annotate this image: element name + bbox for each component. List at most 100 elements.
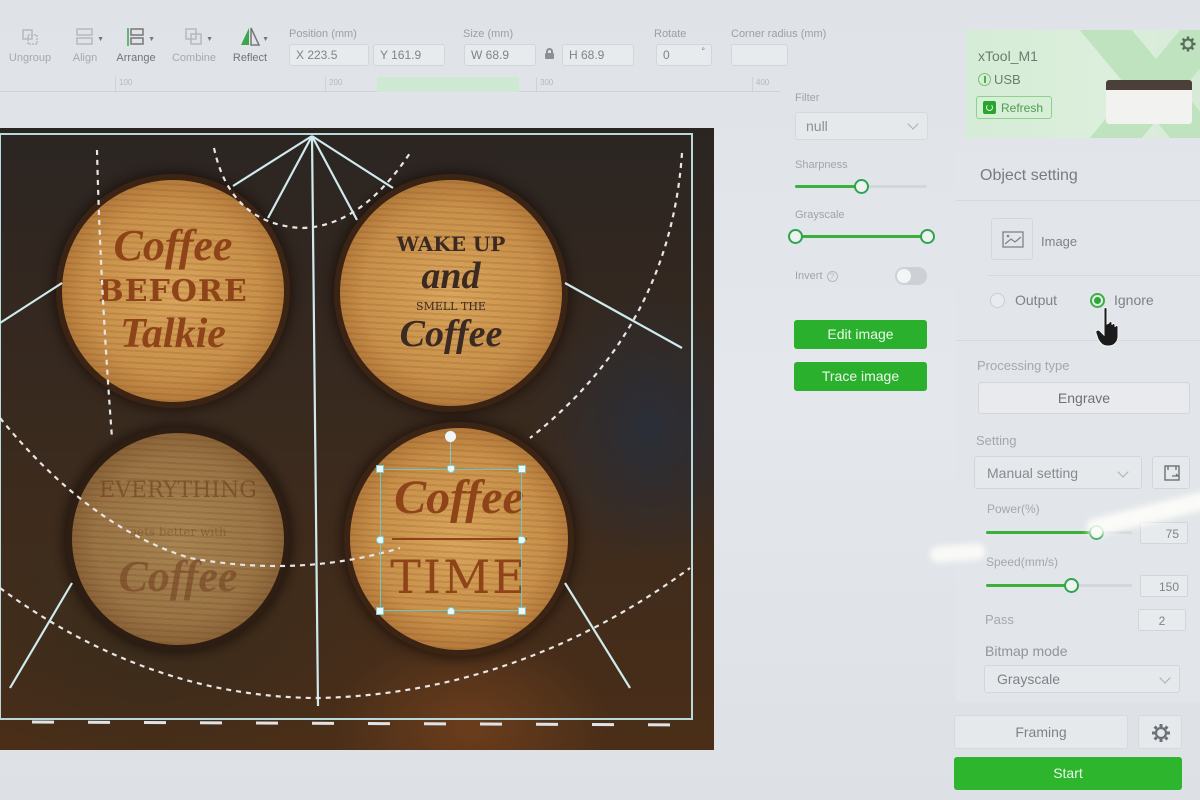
power-label: Power(%)	[987, 502, 1040, 516]
slider-thumb-high[interactable]	[920, 229, 935, 244]
rotate-label: Rotate	[654, 28, 687, 40]
ungroup-icon	[19, 26, 41, 48]
setting-select[interactable]: Manual setting	[974, 456, 1142, 489]
rotate-handle[interactable]	[445, 431, 456, 442]
work-canvas[interactable]: Coffee BEFORE Talkie WAKE UP and SMELL T…	[0, 128, 714, 750]
divider	[956, 200, 1200, 201]
usb-icon	[978, 73, 991, 86]
corner-radius-input[interactable]	[731, 44, 788, 66]
bitmap-mode-label: Bitmap mode	[985, 643, 1068, 659]
slider-fill	[795, 235, 927, 238]
slider-thumb[interactable]	[1063, 578, 1079, 593]
ungroup-label: Ungroup	[8, 52, 52, 64]
save-preset-button[interactable]	[1152, 456, 1190, 489]
bottom-dash-marks	[31, 720, 691, 727]
info-icon[interactable]: ?	[826, 271, 838, 282]
ruler-label: 300	[540, 78, 554, 87]
speed-slider[interactable]	[986, 578, 1132, 593]
resize-handle-se[interactable]	[518, 607, 526, 615]
toolbar: Ungroup ▼ Align ▼ Arrange ▼ Combine ▼ Re…	[0, 18, 960, 78]
output-radio[interactable]	[990, 293, 1005, 308]
setting-label: Setting	[976, 433, 1017, 448]
object-setting-panel: Object setting Image Output Ignore Proce…	[956, 150, 1200, 702]
invert-toggle[interactable]	[895, 267, 927, 285]
chevron-down-icon: ▼	[262, 36, 269, 43]
sharpness-label: Sharpness	[795, 159, 848, 171]
invert-label-row: Invert?	[795, 270, 838, 282]
combine-icon: ▼	[183, 26, 213, 48]
trace-image-button[interactable]: Trace image	[794, 362, 927, 391]
align-icon: ▼	[74, 26, 104, 48]
refresh-button[interactable]: Refresh	[976, 96, 1052, 119]
grayscale-range-slider[interactable]	[788, 229, 935, 244]
processing-type-label: Processing type	[977, 358, 1070, 373]
reflect-button[interactable]: ▼ Reflect	[220, 26, 280, 64]
chevron-down-icon: ▼	[97, 36, 104, 43]
position-x-input[interactable]: X 223.5	[289, 44, 369, 66]
combine-button[interactable]: ▼ Combine	[164, 26, 224, 64]
ungroup-button[interactable]: Ungroup	[0, 26, 60, 64]
horizontal-ruler: 100 200 300 400	[0, 77, 780, 92]
position-label: Position (mm)	[289, 28, 357, 40]
resize-handle-nw[interactable]	[376, 465, 384, 473]
slider-thumb-low[interactable]	[788, 229, 803, 244]
ruler-major-tick	[752, 77, 753, 92]
resize-handle-e[interactable]	[518, 536, 526, 544]
arrange-label: Arrange	[116, 52, 156, 64]
chevron-down-icon: ▼	[206, 36, 213, 43]
divider	[956, 340, 1200, 341]
guide-arcs	[0, 147, 691, 700]
height-input[interactable]: H 68.9	[562, 44, 634, 66]
divider	[988, 275, 1200, 276]
image-type-icon	[991, 218, 1033, 260]
rotate-input[interactable]: 0 °	[656, 44, 712, 66]
combine-label: Combine	[171, 52, 217, 64]
start-button[interactable]: Start	[954, 757, 1182, 790]
resize-handle-ne[interactable]	[518, 465, 526, 473]
bitmap-mode-value: Grayscale	[997, 671, 1061, 687]
resize-handle-sw[interactable]	[376, 607, 384, 615]
device-name[interactable]: xTool_M1	[978, 48, 1038, 64]
size-label: Size (mm)	[463, 28, 514, 40]
grayscale-label: Grayscale	[795, 209, 845, 221]
sharpness-slider[interactable]	[795, 179, 927, 194]
resize-handle-s[interactable]	[447, 607, 455, 615]
filter-value: null	[806, 118, 828, 134]
edit-image-button[interactable]: Edit image	[794, 320, 927, 349]
pass-input[interactable]: 2	[1138, 609, 1186, 631]
framing-button[interactable]: Framing	[954, 715, 1128, 749]
position-y-input[interactable]: Y 161.9	[373, 44, 445, 66]
filter-label: Filter	[795, 92, 820, 104]
ruler-major-tick	[325, 77, 326, 92]
selection-box[interactable]	[376, 465, 526, 615]
speed-input[interactable]: 150	[1140, 575, 1188, 597]
ruler-label: 100	[119, 78, 133, 87]
arrange-button[interactable]: ▼ Arrange	[106, 26, 166, 64]
slider-fill	[986, 584, 1071, 587]
degree-unit: °	[701, 46, 705, 56]
resize-handle-w[interactable]	[376, 536, 384, 544]
device-settings-gear-icon[interactable]	[1180, 36, 1196, 57]
guide-rays	[0, 135, 683, 707]
output-label[interactable]: Output	[1015, 292, 1057, 308]
corner-radius-label: Corner radius (mm)	[731, 28, 827, 40]
refresh-label: Refresh	[1001, 101, 1044, 115]
processing-type-button[interactable]: Engrave	[978, 382, 1190, 414]
rotate-value: 0	[663, 48, 670, 62]
lock-ratio-icon[interactable]	[545, 48, 554, 59]
slider-thumb[interactable]	[854, 179, 869, 194]
ruler-major-tick	[115, 77, 116, 92]
bitmap-mode-select[interactable]: Grayscale	[984, 665, 1180, 693]
filter-select[interactable]: null	[795, 112, 928, 140]
ruler-label: 400	[756, 78, 770, 87]
power-input[interactable]: 75	[1140, 522, 1188, 544]
arrange-icon: ▼	[125, 26, 155, 48]
resize-handle-n[interactable]	[447, 465, 455, 473]
setting-value: Manual setting	[987, 465, 1079, 481]
connection-status: USB	[978, 72, 1021, 87]
workspace-guides	[0, 133, 693, 727]
process-settings-button[interactable]	[1138, 715, 1182, 749]
speed-label: Speed(mm/s)	[986, 555, 1059, 569]
pass-label: Pass	[985, 612, 1014, 627]
width-input[interactable]: W 68.9	[464, 44, 536, 66]
